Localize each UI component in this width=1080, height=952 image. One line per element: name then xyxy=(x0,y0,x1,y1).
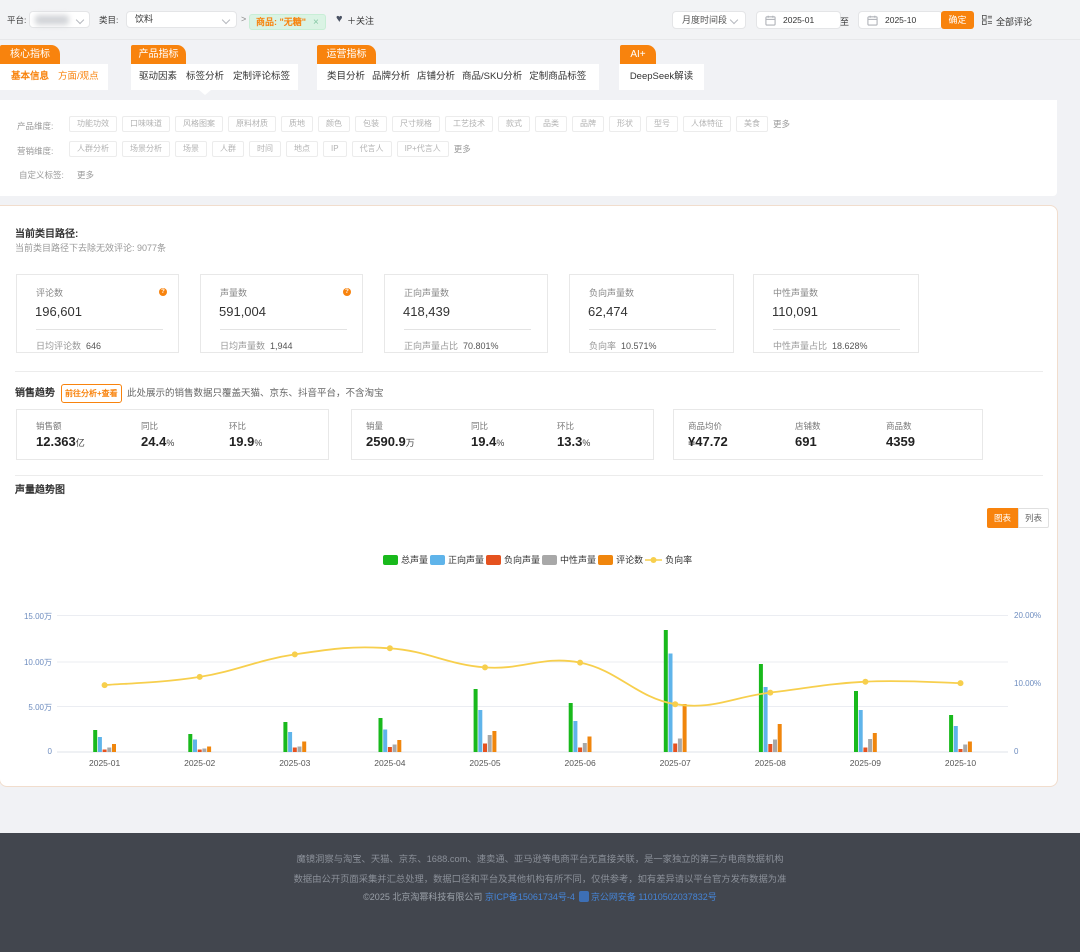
svg-text:2025-02: 2025-02 xyxy=(184,758,215,768)
svg-text:2025-07: 2025-07 xyxy=(660,758,691,768)
svg-text:2025-05: 2025-05 xyxy=(469,758,500,768)
svg-text:2025-04: 2025-04 xyxy=(374,758,405,768)
svg-text:2025-08: 2025-08 xyxy=(755,758,786,768)
svg-text:2025-09: 2025-09 xyxy=(850,758,881,768)
svg-text:2025-01: 2025-01 xyxy=(89,758,120,768)
svg-text:2025-03: 2025-03 xyxy=(279,758,310,768)
svg-text:2025-06: 2025-06 xyxy=(564,758,595,768)
svg-text:2025-10: 2025-10 xyxy=(945,758,976,768)
